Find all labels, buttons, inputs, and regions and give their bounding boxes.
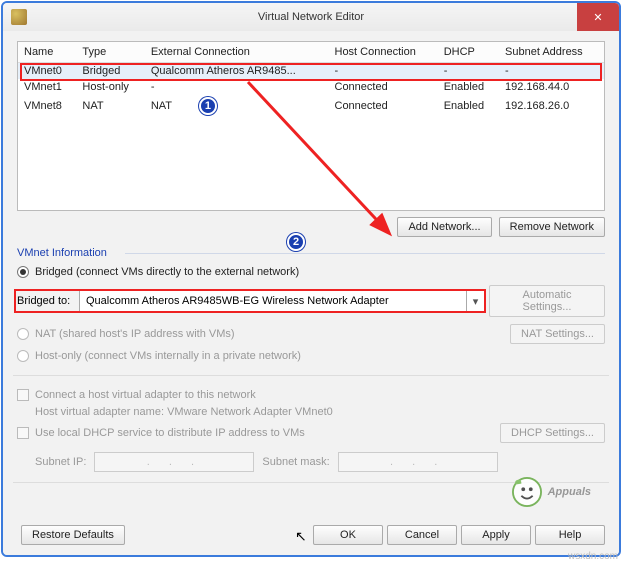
dhcp-settings-button: DHCP Settings... <box>500 423 605 443</box>
separator <box>13 482 609 483</box>
checkbox-icon <box>17 389 29 401</box>
col-ext[interactable]: External Connection <box>145 42 329 63</box>
cell: - <box>329 63 438 80</box>
col-host[interactable]: Host Connection <box>329 42 438 63</box>
col-name[interactable]: Name <box>18 42 76 63</box>
radio-bridged[interactable]: Bridged (connect VMs directly to the ext… <box>17 263 605 281</box>
add-network-button[interactable]: Add Network... <box>397 217 491 237</box>
check-dhcp: Use local DHCP service to distribute IP … <box>17 420 605 446</box>
table-row[interactable]: VMnet8 NAT NAT 1 Connected Enabled 192.1… <box>18 95 604 117</box>
group-title: VMnet Information <box>17 247 107 259</box>
table-row[interactable]: VMnet0 Bridged Qualcomm Atheros AR9485..… <box>18 63 604 80</box>
close-icon: ✕ <box>593 11 602 24</box>
cell: - <box>499 63 604 80</box>
cell: - <box>145 79 329 95</box>
radio-icon <box>17 350 29 362</box>
radio-icon <box>17 328 29 340</box>
radio-nat[interactable]: NAT (shared host's IP address with VMs) … <box>17 321 605 347</box>
cell: Connected <box>329 95 438 117</box>
check-host-adapter: Connect a host virtual adapter to this n… <box>17 386 605 404</box>
annotation-badge-1: 1 <box>199 97 217 115</box>
automatic-settings-button: Automatic Settings... <box>489 285 605 317</box>
cell: Host-only <box>76 79 144 95</box>
check-label: Connect a host virtual adapter to this n… <box>35 389 256 401</box>
vmnet-info-group: VMnet Information 2 <box>17 247 605 259</box>
subnet-ip-label: Subnet IP: <box>35 456 86 468</box>
annotation-badge-2: 2 <box>287 233 305 251</box>
radio-icon <box>17 266 29 278</box>
titlebar: Virtual Network Editor ✕ <box>3 3 619 31</box>
radio-label: Host-only (connect VMs internally in a p… <box>35 350 301 362</box>
help-button[interactable]: Help <box>535 525 605 545</box>
host-adapter-name: Host virtual adapter name: VMware Networ… <box>35 404 605 420</box>
ok-button[interactable]: OK <box>313 525 383 545</box>
close-button[interactable]: ✕ <box>577 3 619 31</box>
cell: VMnet1 <box>18 79 76 95</box>
window-title: Virtual Network Editor <box>3 11 619 23</box>
cell: NAT <box>76 95 144 117</box>
bridged-to-label: Bridged to: <box>17 295 79 307</box>
cell: Connected <box>329 79 438 95</box>
subnet-mask-field: . . . <box>338 452 498 472</box>
table-row[interactable]: VMnet1 Host-only - Connected Enabled 192… <box>18 79 604 95</box>
cell: Bridged <box>76 63 144 80</box>
col-dhcp[interactable]: DHCP <box>438 42 499 63</box>
cancel-button[interactable]: Cancel <box>387 525 457 545</box>
col-subnet[interactable]: Subnet Address <box>499 42 604 63</box>
remove-network-button[interactable]: Remove Network <box>499 217 605 237</box>
nat-settings-button: NAT Settings... <box>510 324 605 344</box>
chevron-down-icon: ▾ <box>466 291 484 311</box>
apply-button[interactable]: Apply <box>461 525 531 545</box>
subnet-mask-label: Subnet mask: <box>262 456 329 468</box>
cell: NAT <box>151 100 172 112</box>
checkbox-icon <box>17 427 29 439</box>
cell: 192.168.44.0 <box>499 79 604 95</box>
network-table[interactable]: Name Type External Connection Host Conne… <box>17 41 605 211</box>
check-label: Use local DHCP service to distribute IP … <box>35 427 485 439</box>
cell: Enabled <box>438 95 499 117</box>
cell: VMnet8 <box>18 95 76 117</box>
adapter-value: Qualcomm Atheros AR9485WB-EG Wireless Ne… <box>86 295 389 307</box>
restore-defaults-button[interactable]: Restore Defaults <box>21 525 125 545</box>
col-type[interactable]: Type <box>76 42 144 63</box>
adapter-combobox[interactable]: Qualcomm Atheros AR9485WB-EG Wireless Ne… <box>79 290 485 312</box>
source-attribution: wsxdn.com <box>568 551 618 562</box>
radio-hostonly[interactable]: Host-only (connect VMs internally in a p… <box>17 347 605 365</box>
radio-label: NAT (shared host's IP address with VMs) <box>35 328 485 340</box>
cell: VMnet0 <box>18 63 76 80</box>
cell: Enabled <box>438 79 499 95</box>
cell: 192.168.26.0 <box>499 95 604 117</box>
separator <box>13 375 609 376</box>
subnet-ip-field: . . . <box>94 452 254 472</box>
watermark-text: Appuals <box>548 486 591 498</box>
radio-label: Bridged (connect VMs directly to the ext… <box>35 266 299 278</box>
cell: - <box>438 63 499 80</box>
cell: Qualcomm Atheros AR9485... <box>145 63 329 80</box>
